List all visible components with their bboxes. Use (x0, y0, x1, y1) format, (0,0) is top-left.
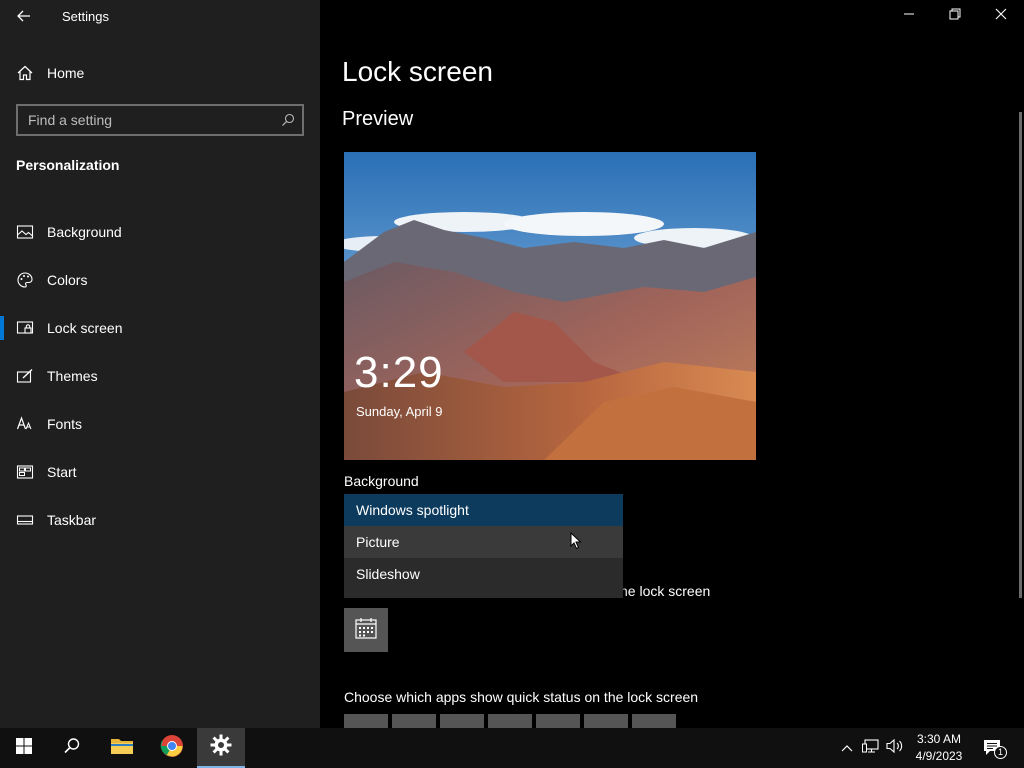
sidebar: Settings Home Personalization Background (0, 0, 320, 728)
back-arrow-icon[interactable] (14, 6, 34, 26)
sidebar-item-label: Colors (47, 272, 88, 288)
search-icon[interactable] (274, 106, 302, 134)
start-icon (16, 463, 34, 481)
fonts-icon (16, 415, 34, 433)
palette-icon (16, 271, 34, 289)
sidebar-item-fonts[interactable]: Fonts (0, 400, 320, 448)
dropdown-option-windows-spotlight[interactable]: Windows spotlight (344, 494, 623, 526)
themes-icon (16, 367, 34, 385)
lock-screen-setting-label: ne lock screen (620, 583, 711, 599)
clock-date: 4/9/2023 (915, 749, 963, 763)
preview-time: 3:29 (354, 348, 444, 397)
window-title: Settings (62, 9, 109, 24)
scrollbar[interactable] (1019, 112, 1022, 598)
sidebar-item-label: Background (47, 224, 122, 240)
sidebar-item-home[interactable]: Home (16, 62, 84, 84)
sidebar-nav: Background Colors Lock screen Themes Fon… (0, 208, 320, 544)
preview-date: Sunday, April 9 (356, 404, 443, 419)
close-button[interactable] (978, 0, 1024, 32)
folder-icon (110, 736, 134, 761)
taskbar-icon (16, 511, 34, 529)
gear-icon (210, 734, 232, 761)
sidebar-item-label: Lock screen (47, 320, 123, 336)
minimize-button[interactable] (886, 0, 932, 32)
show-hidden-icons-button[interactable] (838, 728, 856, 768)
quick-status-tile[interactable] (632, 714, 676, 728)
main-content: Lock screen Preview 3:29 Sunday, April 9… (320, 0, 1024, 728)
picture-icon (16, 223, 34, 241)
chrome-icon (160, 734, 184, 763)
sidebar-item-start[interactable]: Start (0, 448, 320, 496)
restore-button[interactable] (932, 0, 978, 32)
calendar-icon (354, 616, 378, 645)
minimize-icon (903, 7, 915, 25)
notification-count-badge: 1 (994, 746, 1007, 759)
close-icon (995, 7, 1007, 25)
taskbar: 3:30 AM 4/9/2023 1 (0, 728, 1024, 768)
section-heading: Personalization (16, 157, 120, 173)
network-button[interactable] (860, 728, 882, 768)
quick-status-tile[interactable] (536, 714, 580, 728)
quick-status-tile[interactable] (344, 714, 388, 728)
restore-icon (949, 7, 961, 25)
background-label: Background (344, 473, 419, 489)
search-input[interactable] (18, 106, 274, 134)
home-label: Home (47, 65, 85, 81)
sidebar-item-label: Themes (47, 368, 98, 384)
notification-icon: 1 (983, 739, 1007, 759)
quick-status-tile[interactable] (440, 714, 484, 728)
window-controls (886, 0, 1024, 32)
sidebar-item-label: Fonts (47, 416, 83, 432)
dropdown-option-slideshow[interactable]: Slideshow (344, 558, 623, 590)
sidebar-item-label: Taskbar (47, 512, 97, 528)
settings-window: Settings Home Personalization Background (0, 0, 1024, 728)
action-center-button[interactable]: 1 (980, 728, 1007, 768)
calendar-app-button[interactable] (344, 608, 388, 652)
file-explorer-button[interactable] (98, 728, 146, 768)
sidebar-item-themes[interactable]: Themes (0, 352, 320, 400)
windows-logo-icon (16, 737, 32, 759)
taskbar-search-button[interactable] (48, 728, 96, 768)
quick-status-label: Choose which apps show quick status on t… (344, 689, 699, 705)
sidebar-item-colors[interactable]: Colors (0, 256, 320, 304)
clock-time: 3:30 AM (916, 732, 962, 746)
chevron-up-icon (841, 739, 853, 757)
preview-heading: Preview (342, 108, 414, 130)
taskbar-clock[interactable]: 3:30 AM 4/9/2023 (908, 731, 970, 765)
speaker-icon (886, 738, 904, 759)
page-title: Lock screen (342, 56, 493, 87)
network-icon (862, 738, 880, 759)
quick-status-tiles (344, 714, 676, 728)
sidebar-item-lock-screen[interactable]: Lock screen (0, 304, 320, 352)
quick-status-tile[interactable] (392, 714, 436, 728)
quick-status-tile[interactable] (584, 714, 628, 728)
settings-taskbar-button[interactable] (197, 728, 245, 768)
chrome-button[interactable] (148, 728, 196, 768)
lock-screen-preview: 3:29 Sunday, April 9 (344, 152, 756, 460)
search-box (16, 104, 304, 136)
sidebar-item-label: Start (47, 464, 77, 480)
home-icon (16, 64, 34, 82)
search-icon (63, 737, 81, 760)
start-button[interactable] (0, 728, 48, 768)
quick-status-tile[interactable] (488, 714, 532, 728)
lock-screen-icon (16, 319, 34, 337)
volume-button[interactable] (884, 728, 906, 768)
mouse-cursor-icon (570, 531, 582, 555)
sidebar-item-taskbar[interactable]: Taskbar (0, 496, 320, 544)
sidebar-item-background[interactable]: Background (0, 208, 320, 256)
